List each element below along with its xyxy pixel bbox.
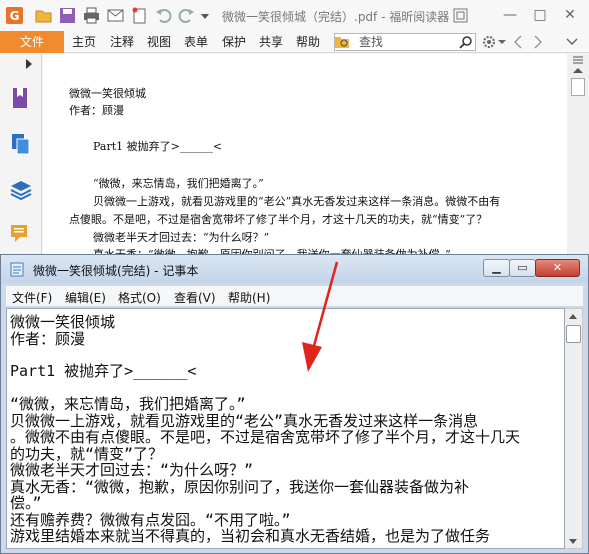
menu-help[interactable]: 帮助(H) [228,289,270,306]
tab-protect[interactable]: 保护 [222,31,246,53]
scroll-up-icon[interactable] [572,66,584,74]
pdf-line: 作者：顾漫 [69,104,124,117]
tab-view[interactable]: 视图 [147,31,171,53]
notepad-window-title: 微微一笑很倾城(完结) - 记事本 [33,264,199,278]
scroll-up-arrow-icon[interactable] [568,312,578,320]
settings-dropdown-icon[interactable] [498,37,506,47]
menu-format[interactable]: 格式(O) [118,289,161,306]
notepad-text-area[interactable]: 微微一笑很倾城 作者：顾漫 Part1 被抛弃了>______< “微微，来忘情… [6,308,565,549]
notepad-close-button[interactable]: ✕ [535,259,580,277]
pdf-line: 微微一笑很倾城 [69,87,146,100]
notepad-titlebar: 微微一笑很倾城(完结) - 记事本 ▁ ▭ ✕ [1,255,588,283]
text-line: 游戏里结婚本来就当不得真的，当初会和真水无香结婚，也是为了做任务 [10,527,491,545]
notepad-app-icon[interactable] [9,261,25,277]
scroll-down-arrow-icon[interactable] [568,538,578,546]
redo-icon[interactable] [178,7,195,24]
foxit-scroll-thumb[interactable] [571,78,585,96]
text-line: 真水无香：“微微，抱歉，原因你别问了，我送你一套仙器装备做为补 [10,478,470,496]
notepad-vertical-scrollbar[interactable] [565,308,583,549]
notepad-maximize-button[interactable]: ▭ [509,259,536,277]
tab-help[interactable]: 帮助 [296,31,320,53]
foxit-logo-icon[interactable]: G [6,7,23,24]
foxit-titlebar: G 微微一笑很倾城（完结）.pdf - 福昕阅读器 — □ ✕ [0,0,589,31]
undo-icon[interactable] [155,7,172,24]
menu-file[interactable]: 文件(F) [12,289,52,306]
comments-icon[interactable] [9,222,33,246]
tab-comment[interactable]: 注释 [110,31,134,53]
pdf-line: 微微老半天才回过去：“为什么呀？” [93,231,270,244]
foxit-maximize-button[interactable]: □ [530,6,550,24]
notepad-window: 微微一笑很倾城(完结) - 记事本 ▁ ▭ ✕ 文件(F) 编辑(E) 格式(O… [0,254,589,554]
email-icon[interactable] [107,7,124,24]
text-line: 作者：顾漫 [10,330,86,348]
tab-form[interactable]: 表单 [184,31,208,53]
open-folder-icon[interactable] [35,7,52,24]
foxit-window-title: 微微一笑很倾城（完结）.pdf - 福昕阅读器 [222,10,450,24]
pdf-line: 点傻眼。不是吧，不过是宿舍宽带坏了修了半个月，才这十几天的功夫，就“情变”了？ [69,213,488,226]
notepad-scroll-thumb[interactable] [566,325,581,343]
save-icon[interactable] [59,7,76,24]
customize-dropdown-icon[interactable] [200,7,210,24]
foxit-search-box[interactable] [334,33,476,51]
foxit-close-button[interactable]: ✕ [560,6,580,24]
tab-home[interactable]: 主页 [72,31,96,53]
svg-text:G: G [10,9,20,23]
search-input[interactable] [359,34,455,50]
pdf-line: “微微，来忘情岛，我们把婚离了。” [93,177,264,190]
foxit-minimize-button[interactable]: — [500,6,520,24]
foxit-reader-window: G 微微一笑很倾城（完结）.pdf - 福昕阅读器 — □ ✕ 文件 主页 注释… [0,0,589,260]
foxit-file-tab[interactable]: 文件 [0,31,64,53]
new-document-icon[interactable] [131,7,148,24]
notepad-menubar: 文件(F) 编辑(E) 格式(O) 查看(V) 帮助(H) [6,286,583,306]
pdf-page-view[interactable]: 微微一笑很倾城 作者：顾漫 Part1 被抛弃了>______< “微微，来忘情… [43,54,567,260]
expand-panel-icon[interactable] [24,58,34,70]
tab-share[interactable]: 共享 [259,31,283,53]
text-line: Part1 被抛弃了>______< [10,362,197,380]
notepad-minimize-button[interactable]: ▁ [483,259,510,277]
pages-thumbnail-icon[interactable] [9,132,33,156]
search-icon[interactable] [459,35,473,49]
foxit-vertical-scrollbar[interactable] [567,54,589,260]
previous-nav-icon[interactable] [512,35,524,49]
bookmark-icon[interactable] [9,86,33,110]
pdf-line: Part1 被抛弃了>______< [93,140,223,153]
foxit-navigation-sidebar [0,54,42,260]
menu-view[interactable]: 查看(V) [174,289,216,306]
menu-edit[interactable]: 编辑(E) [65,289,106,306]
print-icon[interactable] [83,7,100,24]
find-folder-icon [335,37,349,48]
next-nav-icon[interactable] [532,35,544,49]
settings-gear-icon[interactable] [480,33,498,51]
foxit-ribbon-menu: 文件 主页 注释 视图 表单 保护 共享 帮助 [0,31,589,53]
collapse-ribbon-icon[interactable] [566,37,578,47]
pdf-line: 贝微微一上游戏，就看见游戏里的“老公”真水无香发过来这样一条消息。微微不由有 [93,195,501,208]
split-view-icon[interactable] [572,54,584,66]
restore-ribbon-icon[interactable] [452,7,469,24]
layers-icon[interactable] [9,178,33,202]
